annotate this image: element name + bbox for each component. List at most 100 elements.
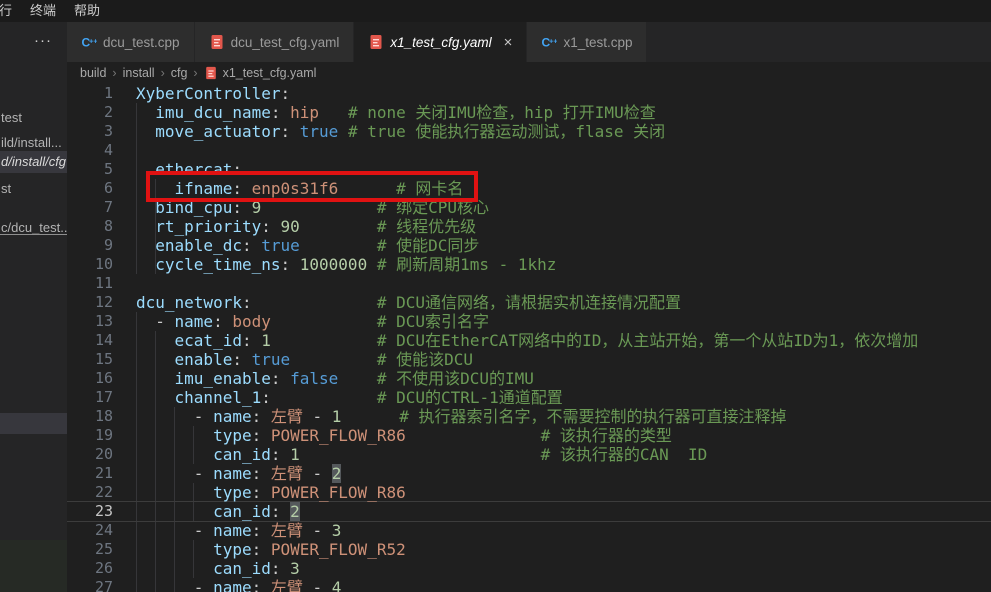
- line-number: 15: [67, 350, 136, 369]
- chevron-right-icon: ›: [155, 66, 171, 80]
- line-number: 8: [67, 217, 136, 236]
- line-number: 11: [67, 274, 136, 293]
- svg-text:++: ++: [89, 37, 97, 46]
- code-text: - name: 左臂 - 4: [136, 578, 341, 592]
- sidebar-item[interactable]: d/install/cfg: [0, 151, 67, 173]
- code-line-8[interactable]: 8 rt_priority: 90 # 线程优先级: [67, 217, 991, 236]
- cpp-file-icon: C++: [81, 34, 97, 50]
- line-number: 20: [67, 445, 136, 464]
- side-panel: ··· testild/install...d/install/cfgstc/d…: [0, 22, 67, 592]
- breadcrumb-file[interactable]: x1_test_cfg.yaml: [204, 66, 317, 80]
- code-text: can_id: 3: [136, 559, 300, 578]
- line-number: 19: [67, 426, 136, 445]
- code-line-22[interactable]: 22 type: POWER_FLOW_R86: [67, 483, 991, 502]
- sidebar-item[interactable]: st: [0, 178, 67, 200]
- line-number: 16: [67, 369, 136, 388]
- code-text: rt_priority: 90 # 线程优先级: [136, 217, 476, 236]
- code-line-23[interactable]: 23 can_id: 2: [67, 502, 991, 521]
- code-line-15[interactable]: 15 enable: true # 使能该DCU: [67, 350, 991, 369]
- close-icon[interactable]: ×: [504, 35, 513, 50]
- line-number: 18: [67, 407, 136, 426]
- more-actions-icon[interactable]: ···: [34, 32, 52, 49]
- vscode-window: 行终端帮助 ··· testild/install...d/install/cf…: [0, 0, 991, 592]
- tab-x1_test_cfg.yaml[interactable]: x1_test_cfg.yaml ×: [354, 22, 527, 62]
- code-editor[interactable]: 1XyberController:2 imu_dcu_name: hip # n…: [67, 84, 991, 592]
- code-text: cycle_time_ns: 1000000 # 刷新周期1ms - 1khz: [136, 255, 556, 274]
- code-text: enable_dc: true # 使能DC同步: [136, 236, 479, 255]
- code-line-21[interactable]: 21 - name: 左臂 - 2: [67, 464, 991, 483]
- yaml-file-icon: [209, 34, 225, 50]
- line-number: 23: [67, 502, 136, 521]
- code-text: can_id: 1 # 该执行器的CAN ID: [136, 445, 707, 464]
- code-line-18[interactable]: 18 - name: 左臂 - 1 # 执行器索引名字，不需要控制的执行器可直接…: [67, 407, 991, 426]
- code-text: type: POWER_FLOW_R86: [136, 483, 406, 502]
- code-line-26[interactable]: 26 can_id: 3: [67, 559, 991, 578]
- tab-x1_test.cpp[interactable]: C++x1_test.cpp: [527, 22, 647, 62]
- code-line-27[interactable]: 27 - name: 左臂 - 4: [67, 578, 991, 592]
- code-line-7[interactable]: 7 bind_cpu: 9 # 绑定CPU核心: [67, 198, 991, 217]
- code-line-1[interactable]: 1XyberController:: [67, 84, 991, 103]
- tab-label: dcu_test_cfg.yaml: [231, 35, 340, 50]
- code-line-24[interactable]: 24 - name: 左臂 - 3: [67, 521, 991, 540]
- code-text: ifname: enp0s31f6 # 网卡名: [136, 179, 463, 198]
- line-number: 27: [67, 578, 136, 592]
- code-text: enable: true # 使能该DCU: [136, 350, 473, 369]
- chevron-right-icon: ›: [187, 66, 203, 80]
- line-number: 22: [67, 483, 136, 502]
- code-line-16[interactable]: 16 imu_enable: false # 不使用该DCU的IMU: [67, 369, 991, 388]
- breadcrumb-segment[interactable]: install: [123, 66, 155, 80]
- panel-bottom-block: [0, 540, 67, 592]
- sidebar-item[interactable]: test: [0, 107, 67, 129]
- breadcrumb-file-label: x1_test_cfg.yaml: [223, 66, 317, 80]
- yaml-file-icon: [204, 66, 218, 80]
- line-number: 2: [67, 103, 136, 122]
- code-text: - name: 左臂 - 3: [136, 521, 341, 540]
- line-number: 14: [67, 331, 136, 350]
- code-line-5[interactable]: 5 ethercat:: [67, 160, 991, 179]
- code-line-25[interactable]: 25 type: POWER_FLOW_R52: [67, 540, 991, 559]
- code-line-11[interactable]: 11: [67, 274, 991, 293]
- code-line-19[interactable]: 19 type: POWER_FLOW_R86 # 该执行器的类型: [67, 426, 991, 445]
- code-line-14[interactable]: 14 ecat_id: 1 # DCU在EtherCAT网络中的ID，从主站开始…: [67, 331, 991, 350]
- yaml-file-icon: [368, 34, 384, 50]
- code-line-2[interactable]: 2 imu_dcu_name: hip # none 关闭IMU检查，hip 打…: [67, 103, 991, 122]
- code-line-9[interactable]: 9 enable_dc: true # 使能DC同步: [67, 236, 991, 255]
- breadcrumb-segment[interactable]: cfg: [171, 66, 188, 80]
- tab-label: x1_test_cfg.yaml: [390, 35, 491, 50]
- chevron-right-icon: ›: [106, 66, 122, 80]
- code-text: imu_enable: false # 不使用该DCU的IMU: [136, 369, 534, 388]
- code-text: can_id: 2: [136, 502, 300, 521]
- line-number: 1: [67, 84, 136, 103]
- line-number: 21: [67, 464, 136, 483]
- code-text: channel_1: # DCU的CTRL-1通道配置: [136, 388, 563, 407]
- tab-dcu_test.cpp[interactable]: C++dcu_test.cpp: [67, 22, 195, 62]
- svg-text:++: ++: [549, 37, 557, 46]
- line-number: 17: [67, 388, 136, 407]
- code-text: move_actuator: true # true 使能执行器运动测试，fla…: [136, 122, 665, 141]
- menu-item-1[interactable]: 终端: [21, 0, 65, 22]
- code-line-4[interactable]: 4: [67, 141, 991, 160]
- code-text: XyberController:: [136, 84, 290, 103]
- code-line-13[interactable]: 13 - name: body # DCU索引名字: [67, 312, 991, 331]
- code-text: bind_cpu: 9 # 绑定CPU核心: [136, 198, 489, 217]
- line-number: 5: [67, 160, 136, 179]
- cpp-file-icon: C++: [541, 34, 557, 50]
- sidebar-item[interactable]: c/dcu_test...: [0, 217, 67, 239]
- code-text: type: POWER_FLOW_R86 # 该执行器的类型: [136, 426, 672, 445]
- menu-item-2[interactable]: 帮助: [65, 0, 109, 22]
- code-line-20[interactable]: 20 can_id: 1 # 该执行器的CAN ID: [67, 445, 991, 464]
- code-line-6[interactable]: 6 ifname: enp0s31f6 # 网卡名: [67, 179, 991, 198]
- tab-dcu_test_cfg.yaml[interactable]: dcu_test_cfg.yaml: [195, 22, 355, 62]
- menu-bar: 行终端帮助: [0, 0, 991, 22]
- code-line-17[interactable]: 17 channel_1: # DCU的CTRL-1通道配置: [67, 388, 991, 407]
- code-line-12[interactable]: 12dcu_network: # DCU通信网络，请根据实机连接情况配置: [67, 293, 991, 312]
- code-line-3[interactable]: 3 move_actuator: true # true 使能执行器运动测试，f…: [67, 122, 991, 141]
- code-text: dcu_network: # DCU通信网络，请根据实机连接情况配置: [136, 293, 681, 312]
- code-text: ecat_id: 1 # DCU在EtherCAT网络中的ID，从主站开始，第一…: [136, 331, 918, 350]
- code-line-10[interactable]: 10 cycle_time_ns: 1000000 # 刷新周期1ms - 1k…: [67, 255, 991, 274]
- breadcrumb-segment[interactable]: build: [80, 66, 106, 80]
- breadcrumb: build›install›cfg›x1_test_cfg.yaml: [67, 62, 991, 84]
- code-text: ethercat:: [136, 160, 242, 179]
- line-number: 4: [67, 141, 136, 160]
- menu-item-0[interactable]: 行: [0, 0, 21, 22]
